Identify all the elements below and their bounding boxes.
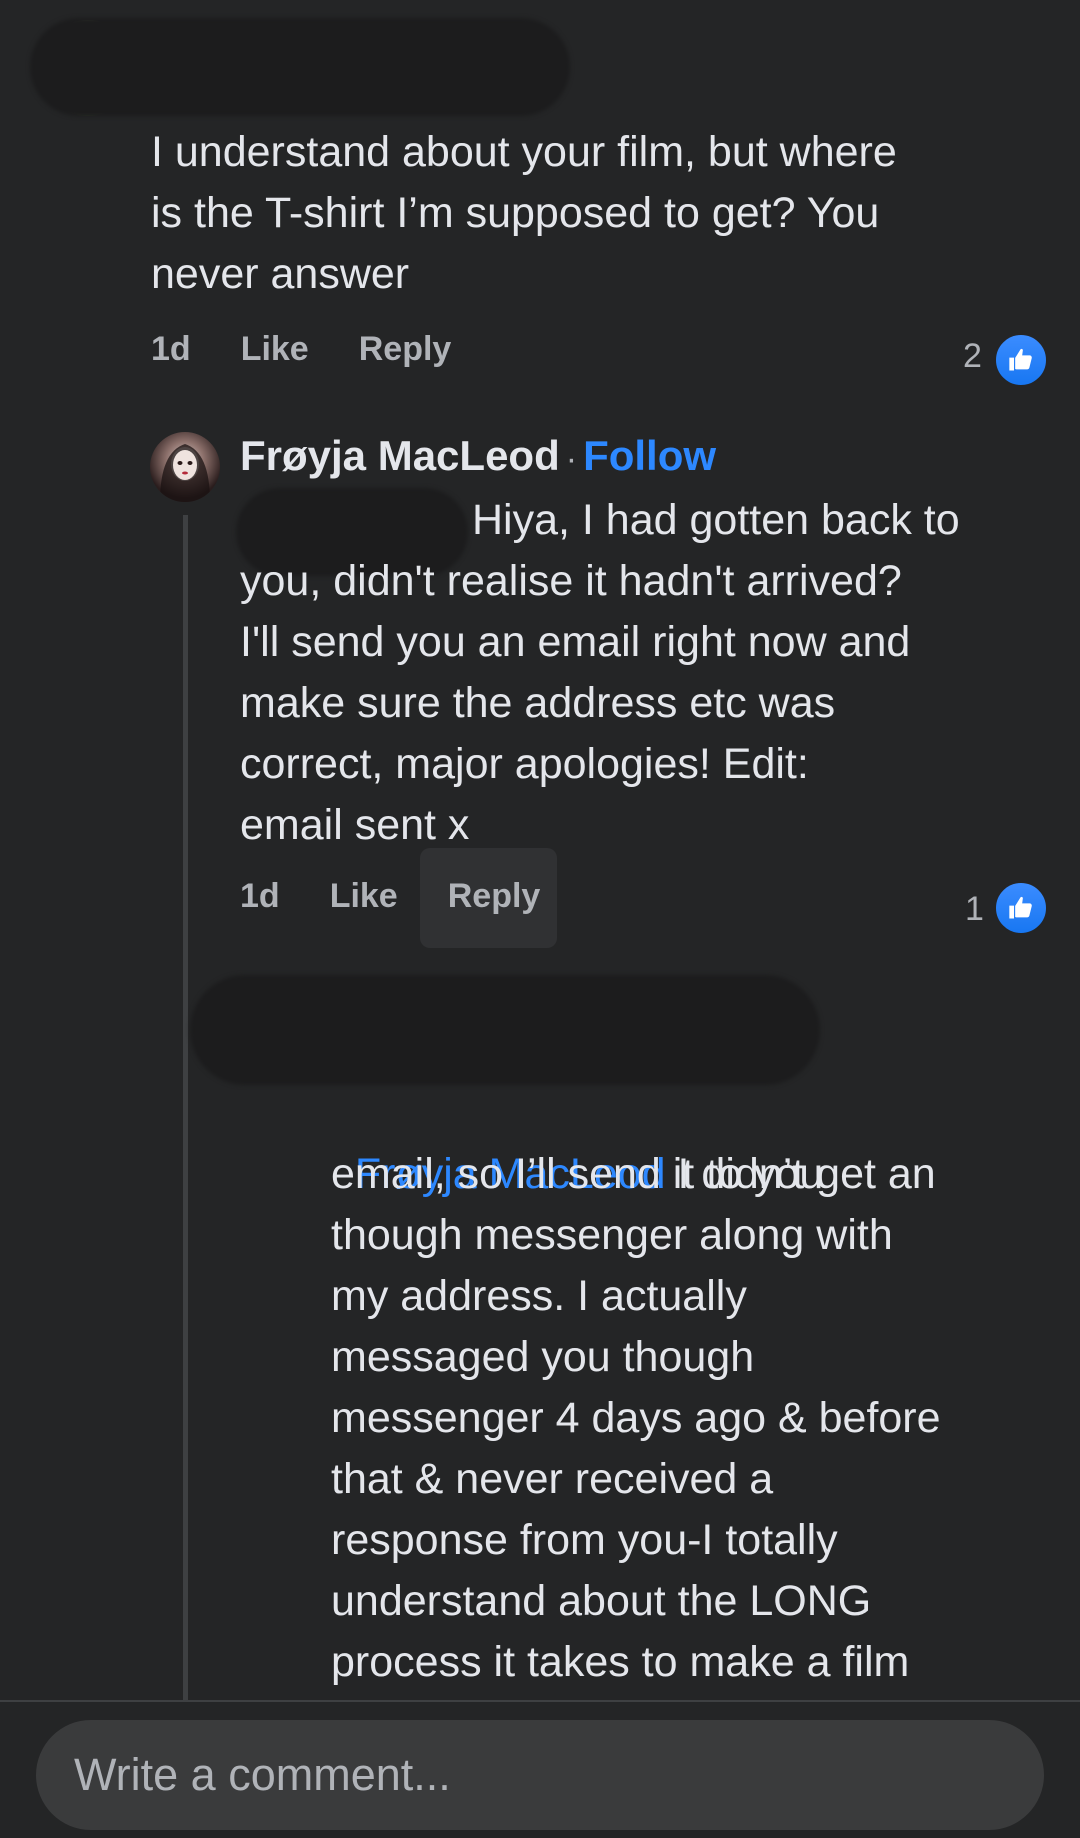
comment-input-placeholder: Write a comment... (74, 1749, 451, 1800)
reply-comment-actions: 1d Like Reply (240, 873, 540, 919)
top-comment-timestamp: 1d (151, 329, 191, 368)
like-reaction-icon[interactable] (994, 333, 1048, 387)
reply-text-line2: you, didn't realise it hadn't arrived? (240, 557, 902, 605)
author-name[interactable]: Frøyja MacLeod (240, 432, 560, 480)
comment-input[interactable]: Write a comment... (36, 1720, 1044, 1830)
reply-comment-reaction-count[interactable]: 1 (965, 890, 984, 929)
top-comment-text: I understand about your film, but where … (151, 128, 897, 298)
top-comment-reaction-count[interactable]: 2 (963, 337, 982, 376)
nested-reply-text: email, so I’ll send it to you though mes… (331, 1150, 941, 1686)
top-comment-reply-button[interactable]: Reply (359, 330, 452, 369)
redacted-commenter-name (30, 18, 570, 116)
top-comment-like-button[interactable]: Like (241, 330, 309, 369)
reply-comment-reply-button[interactable]: Reply (448, 877, 541, 916)
reply-text-rest: I'll send you an email right now and mak… (240, 618, 911, 849)
comment-author-row: Frøyja MacLeod · Follow (240, 432, 716, 480)
reply-comment-like-button[interactable]: Like (330, 877, 398, 916)
thread-connector-line (183, 515, 188, 1705)
reply-text-line1: Hiya, I had gotten back to (472, 496, 960, 544)
top-comment-actions: 1d Like Reply (151, 326, 451, 372)
reply-comment-timestamp: 1d (240, 876, 280, 915)
redacted-nested-author (190, 975, 820, 1085)
like-reaction-icon[interactable] (994, 881, 1048, 935)
separator-dot: · (565, 440, 578, 478)
follow-button[interactable]: Follow (583, 432, 716, 480)
author-avatar[interactable] (150, 432, 220, 502)
